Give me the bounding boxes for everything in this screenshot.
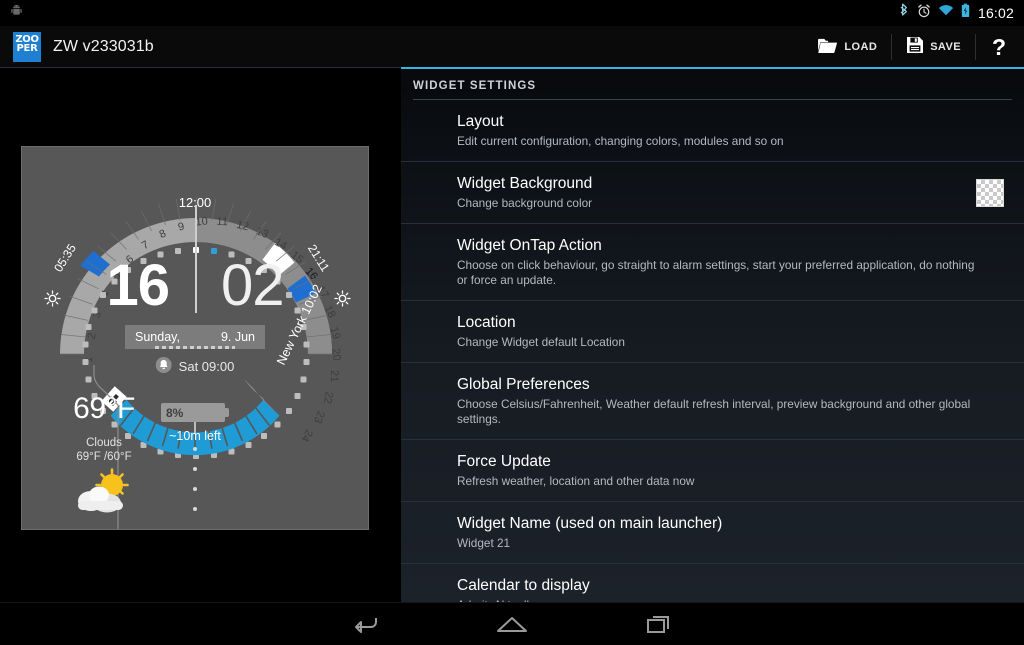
row-subtitle: Change Widget default Location bbox=[457, 335, 625, 349]
title-bar-actions: LOAD SAVE ? bbox=[803, 26, 1024, 68]
row-title: Widget Name (used on main launcher) bbox=[457, 515, 723, 532]
sunset-icon bbox=[334, 290, 351, 312]
weather-block: 69°F Clouds 69°F /60°F bbox=[50, 393, 158, 521]
weather-temperature: 69°F bbox=[73, 392, 135, 425]
logo-line-3: pro bbox=[23, 52, 31, 58]
row-title: Global Preferences bbox=[457, 376, 590, 393]
row-title: Layout bbox=[457, 113, 504, 130]
settings-list: Layout Edit current configuration, chang… bbox=[401, 100, 1024, 645]
row-subtitle: Refresh weather, location and other data… bbox=[457, 474, 695, 488]
svg-text:23: 23 bbox=[311, 409, 326, 425]
progress-dots bbox=[193, 447, 197, 511]
bluetooth-icon bbox=[899, 3, 910, 23]
date-weekday: Sunday, bbox=[135, 330, 180, 344]
row-subtitle: Widget 21 bbox=[457, 536, 511, 550]
svg-text:24: 24 bbox=[298, 427, 314, 444]
settings-row-widget-background[interactable]: Widget Background Change background colo… bbox=[401, 161, 1024, 223]
back-icon[interactable] bbox=[336, 606, 392, 642]
zooper-logo-icon: ZOO PER pro bbox=[13, 31, 41, 62]
battery-percent: 8% bbox=[161, 403, 225, 422]
status-bar-system-icons: 16:02 bbox=[899, 3, 1016, 23]
row-subtitle: Choose on click behaviour, go straight t… bbox=[457, 258, 975, 287]
svg-text:20: 20 bbox=[329, 348, 342, 362]
battery-charging-icon bbox=[961, 3, 970, 23]
sunrise-icon bbox=[44, 290, 61, 312]
weather-range: 69°F /60°F bbox=[76, 451, 132, 463]
widget-settings-header: WIDGET SETTINGS bbox=[413, 80, 537, 92]
date-day: 9. Jun bbox=[220, 330, 255, 344]
load-button-label: LOAD bbox=[844, 40, 878, 53]
settings-row-widget-ontap-action[interactable]: Widget OnTap Action Choose on click beha… bbox=[401, 223, 1024, 300]
svg-text:21: 21 bbox=[328, 370, 340, 383]
android-navigation-bar bbox=[0, 602, 1024, 645]
android-status-bar: 16:02 bbox=[0, 0, 1024, 26]
date-ticks bbox=[155, 346, 235, 349]
page-title: ZW v233031b bbox=[53, 37, 154, 55]
help-button[interactable]: ? bbox=[976, 34, 1024, 60]
row-title: Location bbox=[457, 314, 516, 331]
recents-icon[interactable] bbox=[632, 606, 688, 642]
status-bar-notifications bbox=[10, 4, 23, 22]
wifi-icon bbox=[938, 4, 954, 22]
home-icon[interactable] bbox=[484, 606, 540, 642]
settings-row-layout[interactable]: Layout Edit current configuration, chang… bbox=[401, 100, 1024, 161]
clock-minutes: 02 bbox=[221, 253, 285, 318]
weather-condition: Clouds bbox=[86, 437, 122, 449]
load-button[interactable]: LOAD bbox=[803, 33, 893, 60]
row-title: Calendar to display bbox=[457, 577, 590, 594]
save-button-label: SAVE bbox=[930, 40, 961, 53]
row-title: Widget Background bbox=[457, 175, 593, 192]
dot bbox=[193, 507, 197, 511]
app-title-bar: ZOO PER pro ZW v233031b LOAD SAVE ? bbox=[0, 26, 1024, 68]
settings-pane: WIDGET SETTINGS Layout Edit current conf… bbox=[400, 67, 1024, 645]
dot bbox=[193, 467, 197, 471]
battery-cap-icon bbox=[225, 408, 229, 417]
background-color-swatch[interactable] bbox=[976, 178, 1004, 207]
status-bar-clock: 16:02 bbox=[977, 5, 1014, 21]
settings-row-widget-name[interactable]: Widget Name (used on main launcher) Widg… bbox=[401, 501, 1024, 563]
row-title: Widget OnTap Action bbox=[457, 237, 602, 254]
save-button[interactable]: SAVE bbox=[892, 33, 976, 60]
clock-separator bbox=[195, 205, 197, 313]
row-subtitle: Choose Celsius/Fahrenheit, Weather defau… bbox=[457, 397, 971, 426]
android-robot-icon bbox=[10, 4, 23, 22]
zooper-widget-pro-screen: 16:02 ZOO PER pro ZW v233031b LOAD SAVE … bbox=[0, 0, 1024, 645]
clock-hours: 16 bbox=[106, 253, 170, 318]
row-subtitle: Edit current configuration, changing col… bbox=[457, 134, 784, 148]
sun-behind-cloud-icon bbox=[50, 468, 158, 521]
alarm-bell-icon bbox=[155, 357, 172, 376]
widget-preview-pane: 1 2 3 4 5 6 7 8 9 10 11 12 13 bbox=[0, 68, 400, 602]
widget-preview[interactable]: 1 2 3 4 5 6 7 8 9 10 11 12 13 bbox=[21, 146, 369, 530]
main-content: 1 2 3 4 5 6 7 8 9 10 11 12 13 bbox=[0, 67, 1024, 645]
alarm-clock-icon bbox=[917, 4, 931, 23]
svg-text:22: 22 bbox=[321, 390, 335, 404]
battery-indicator: 8% bbox=[161, 403, 229, 422]
folder-icon bbox=[817, 37, 838, 57]
dot bbox=[193, 447, 197, 451]
dot bbox=[193, 487, 197, 491]
svg-text:11: 11 bbox=[216, 216, 228, 229]
svg-text:2: 2 bbox=[86, 332, 99, 341]
next-event-text: Sat 09:00 bbox=[178, 359, 235, 374]
row-title: Force Update bbox=[457, 453, 551, 470]
settings-row-location[interactable]: Location Change Widget default Location bbox=[401, 300, 1024, 362]
logo-line-2: PER bbox=[16, 42, 38, 54]
widget-canvas: 1 2 3 4 5 6 7 8 9 10 11 12 13 bbox=[22, 147, 368, 529]
next-event: Sat 09:00 bbox=[155, 357, 235, 376]
row-subtitle: Change background color bbox=[457, 196, 593, 210]
floppy-disk-icon bbox=[906, 36, 924, 57]
settings-row-force-update[interactable]: Force Update Refresh weather, location a… bbox=[401, 439, 1024, 501]
settings-row-global-preferences[interactable]: Global Preferences Choose Celsius/Fahren… bbox=[401, 362, 1024, 439]
accent-divider bbox=[401, 67, 1024, 69]
battery-time-left: ~10m left bbox=[169, 429, 221, 443]
